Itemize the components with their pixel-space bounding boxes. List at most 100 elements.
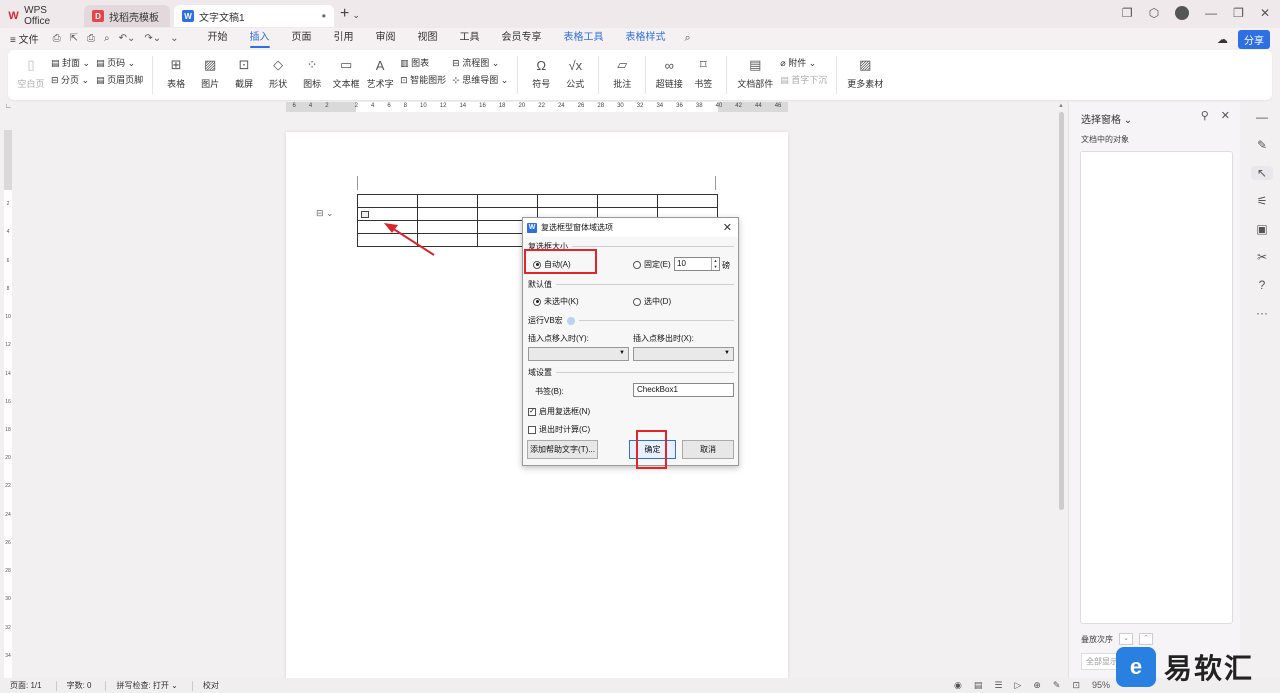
- proofread[interactable]: 校对: [203, 680, 219, 691]
- tab-table-style[interactable]: 表格样式: [615, 28, 677, 48]
- restore-windows-icon[interactable]: ❐: [1122, 6, 1133, 20]
- play-icon[interactable]: ▷: [1014, 680, 1021, 691]
- horizontal-ruler[interactable]: 6 4 2 2 4 6 8 10 12 14 16 18 20 22 24 26 28 30 32 34 36 38 40 4…: [286, 102, 788, 112]
- tab-templates[interactable]: D 找稻壳模板: [84, 5, 170, 27]
- avatar[interactable]: [1175, 6, 1190, 20]
- picture-button[interactable]: ▨ 图片: [193, 56, 227, 90]
- blank-page-button[interactable]: ▯ 空白页: [14, 56, 48, 90]
- file-menu[interactable]: ≡ 文件: [10, 31, 39, 46]
- spell-check[interactable]: 拼写检查: 打开 ⌄: [116, 680, 177, 691]
- page-count[interactable]: 页面: 1/1: [10, 680, 42, 691]
- tab-review[interactable]: 审阅: [365, 28, 407, 48]
- chart-button[interactable]: ▥ 图表: [400, 56, 446, 69]
- tab-view[interactable]: 视图: [407, 28, 449, 48]
- scroll-up-icon[interactable]: ▲: [1058, 103, 1064, 109]
- tab-document[interactable]: W 文字文稿1 •: [174, 5, 334, 27]
- vertical-ruler[interactable]: 2 4 6 8 10 12 14 16 18 20 22 24 26 28 30 32 34: [4, 130, 12, 680]
- doc-parts-button[interactable]: ▤ 文档部件: [733, 56, 777, 90]
- vertical-scrollbar[interactable]: [1059, 112, 1064, 510]
- help-icon[interactable]: ?: [1259, 278, 1266, 292]
- hyperlink-button[interactable]: ∞ 超链接: [652, 56, 686, 90]
- share-button[interactable]: 分享: [1238, 30, 1270, 49]
- tab-wps-office[interactable]: W WPS Office: [0, 5, 80, 27]
- page-break-button[interactable]: ⊟ 分页 ⌄: [51, 73, 90, 86]
- undo-icon[interactable]: ↶⌄: [119, 33, 136, 44]
- fixed-size-radio[interactable]: 固定(E): [633, 259, 671, 270]
- bookmark-button[interactable]: ⌑ 书签: [686, 56, 720, 90]
- print-preview-icon[interactable]: ⌕: [104, 33, 110, 44]
- word-count[interactable]: 字数: 0: [67, 680, 92, 691]
- size-stepper[interactable]: 10 ▲ ▼: [674, 257, 720, 271]
- collapse-icon[interactable]: —: [1256, 110, 1268, 124]
- pin-icon[interactable]: ⚲: [1201, 109, 1209, 122]
- objects-list[interactable]: [1080, 151, 1233, 624]
- on-entry-select[interactable]: ▼: [528, 347, 629, 361]
- pen-icon[interactable]: ✎: [1257, 138, 1267, 152]
- page-number-button[interactable]: ▤ 页码 ⌄: [96, 56, 143, 69]
- comment-button[interactable]: ▱ 批注: [605, 56, 639, 90]
- calc-on-exit-checkbox[interactable]: 退出时计算(C): [528, 424, 590, 435]
- save-icon[interactable]: ⎙: [53, 33, 61, 44]
- cube-icon[interactable]: ⬡: [1149, 6, 1159, 20]
- close-pane-icon[interactable]: ✕: [1221, 109, 1230, 122]
- print-icon[interactable]: ⎙: [87, 33, 95, 44]
- tab-table-tools[interactable]: 表格工具: [553, 28, 615, 48]
- close-window-icon[interactable]: ✕: [1260, 6, 1270, 20]
- tab-member[interactable]: 会员专享: [491, 28, 553, 48]
- smart-shape-button[interactable]: ⊡ 智能图形: [400, 73, 446, 86]
- search-icon[interactable]: ⌕: [685, 32, 691, 45]
- cover-button[interactable]: ▤ 封面 ⌄: [51, 56, 90, 69]
- outline-view-icon[interactable]: ☰: [994, 680, 1002, 691]
- image-icon[interactable]: ▣: [1256, 222, 1267, 236]
- cancel-button[interactable]: 取消: [682, 440, 734, 459]
- selection-pane-title[interactable]: 选择窗格 ⌄: [1081, 111, 1132, 126]
- attachment-button[interactable]: ⌀ 附件 ⌄: [780, 56, 827, 69]
- textbox-button[interactable]: ▭ 文本框: [329, 56, 363, 90]
- pen-mode-icon[interactable]: ✎: [1053, 680, 1061, 691]
- drop-cap-button[interactable]: ▤ 首字下沉: [780, 73, 827, 86]
- settings-sliders-icon[interactable]: ⚟: [1257, 194, 1268, 208]
- tab-references[interactable]: 引用: [323, 28, 365, 48]
- tab-tools[interactable]: 工具: [449, 28, 491, 48]
- on-exit-select[interactable]: ▼: [633, 347, 734, 361]
- stepper-arrows-icon[interactable]: ▲ ▼: [711, 258, 719, 270]
- maximize-icon[interactable]: ❐: [1233, 6, 1244, 20]
- checkbox-form-field[interactable]: [361, 210, 369, 218]
- table-button[interactable]: ⊞ 表格: [159, 56, 193, 90]
- export-icon[interactable]: ⇱: [70, 33, 78, 44]
- unchecked-radio[interactable]: 未选中(K): [533, 296, 579, 307]
- tab-home[interactable]: 开始: [197, 28, 239, 48]
- mindmap-button[interactable]: ⊹ 思维导图 ⌄: [452, 73, 508, 86]
- tab-close-icon[interactable]: •: [322, 9, 326, 23]
- fit-icon[interactable]: ⊡: [1072, 680, 1080, 691]
- symbol-button[interactable]: Ω 符号: [524, 56, 558, 90]
- minimize-icon[interactable]: —: [1205, 6, 1217, 20]
- more-chevron-icon[interactable]: ⌄: [170, 33, 178, 44]
- new-tab-button[interactable]: + ⌄: [340, 5, 360, 23]
- zoom-level[interactable]: 95%: [1092, 680, 1110, 691]
- table-layout-icon[interactable]: ⊟ ⌄: [316, 208, 334, 219]
- header-footer-button[interactable]: ▤ 页眉页脚: [96, 73, 143, 86]
- add-help-text-button[interactable]: 添加帮助文字(T)...: [527, 440, 598, 459]
- eye-icon[interactable]: ◉: [954, 680, 962, 691]
- cloud-icon[interactable]: ☁: [1217, 33, 1228, 46]
- page-view-icon[interactable]: ▤: [974, 680, 983, 691]
- art-text-button[interactable]: A 艺术字: [363, 56, 397, 90]
- select-cursor-icon[interactable]: ↖: [1251, 166, 1273, 180]
- shape-button[interactable]: ◇ 形状: [261, 56, 295, 90]
- web-view-icon[interactable]: ⊕: [1033, 680, 1041, 691]
- ruler-corner-icon[interactable]: ∟: [5, 103, 12, 110]
- info-icon[interactable]: [566, 316, 575, 325]
- icon-button[interactable]: ⁘ 图标: [295, 56, 329, 90]
- tools-icon[interactable]: ✂: [1257, 250, 1267, 264]
- more-icon[interactable]: ···: [1256, 306, 1268, 320]
- dialog-close-icon[interactable]: ✕: [723, 221, 732, 234]
- enable-checkbox[interactable]: ✓ 启用复选框(N): [528, 406, 590, 417]
- checked-radio[interactable]: 选中(D): [633, 296, 671, 307]
- tab-insert[interactable]: 插入: [239, 28, 281, 48]
- formula-button[interactable]: √x 公式: [558, 56, 592, 90]
- tab-page[interactable]: 页面: [281, 28, 323, 48]
- bookmark-input[interactable]: CheckBox1: [633, 383, 734, 397]
- screenshot-button[interactable]: ⊡ 截屏: [227, 56, 261, 90]
- redo-icon[interactable]: ↷⌄: [144, 33, 161, 44]
